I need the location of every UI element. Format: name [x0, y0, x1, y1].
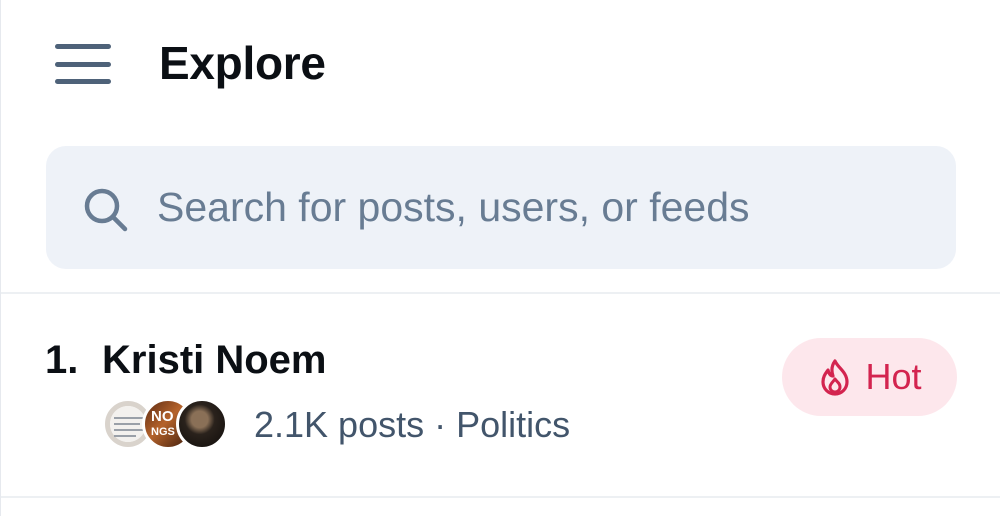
hot-label: Hot	[865, 356, 922, 397]
flame-icon	[821, 359, 850, 396]
explore-screen: Explore 1. Kristi Noem NO NGS 2	[0, 0, 1000, 516]
avatar	[176, 398, 228, 450]
divider	[1, 496, 1000, 498]
search-bar[interactable]	[46, 146, 956, 269]
trend-name: Kristi Noem	[102, 338, 327, 382]
trend-meta: 2.1K posts · Politics	[254, 404, 571, 445]
menu-bar	[55, 61, 111, 67]
avatar-stack: NO NGS	[102, 398, 232, 450]
page-title: Explore	[159, 37, 326, 89]
trend-rank: 1.	[45, 338, 79, 382]
menu-bar	[55, 79, 111, 84]
search-icon	[84, 188, 128, 232]
hot-badge[interactable]: Hot	[782, 338, 957, 416]
search-input[interactable]	[157, 176, 917, 238]
hamburger-menu-icon[interactable]	[55, 44, 111, 84]
menu-bar	[55, 44, 111, 49]
avatar-text: NO NGS	[151, 408, 175, 438]
trending-item[interactable]: 1. Kristi Noem NO NGS 2.1K posts · Polit…	[1, 294, 1000, 496]
